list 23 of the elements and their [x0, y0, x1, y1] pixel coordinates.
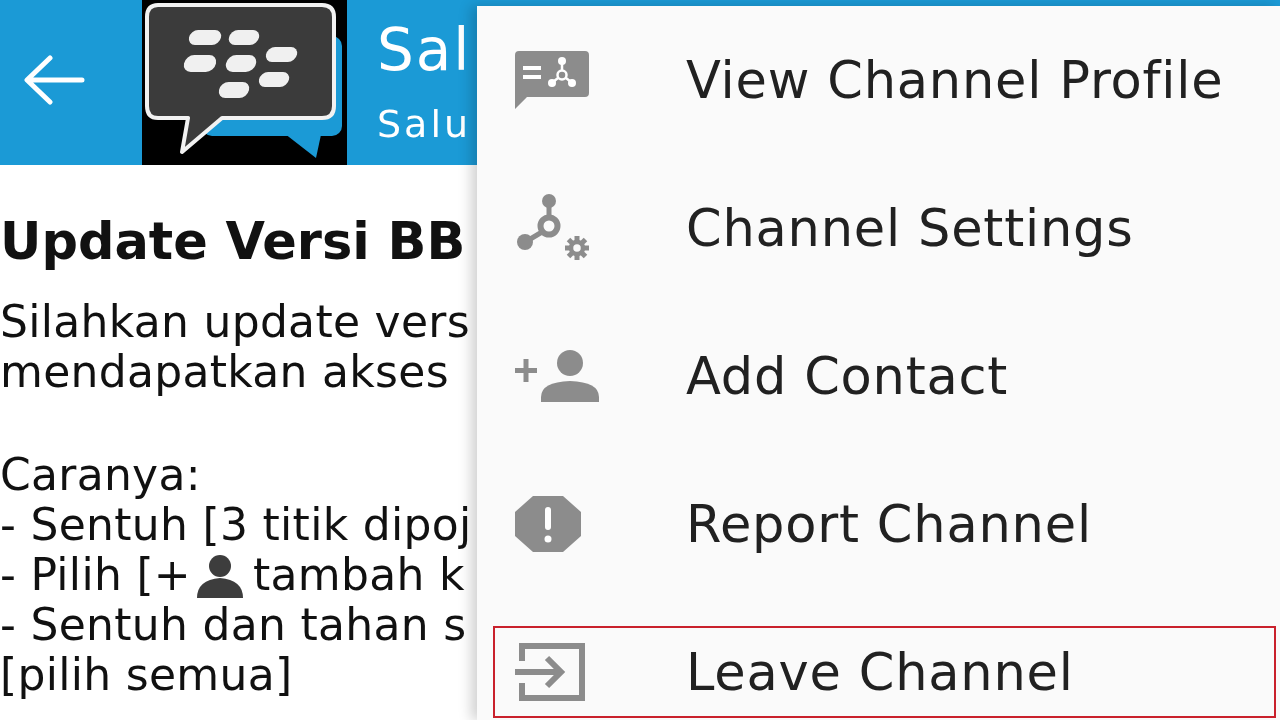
warning-octagon-icon: [515, 496, 581, 552]
post-text-line: - Sentuh dan tahan s: [0, 600, 467, 650]
menu-item[interactable]: Add Contact: [493, 330, 1276, 422]
post-text-line: tambah k: [253, 550, 465, 600]
menu-item[interactable]: View Channel Profile: [493, 34, 1276, 126]
chat-bubble-icon: [515, 51, 589, 109]
enter-arrow-icon: [515, 643, 585, 701]
post-text-line: mendapatkan akses: [0, 347, 449, 397]
post-text-line: [pilih semua]: [0, 650, 293, 700]
person-icon: [195, 554, 245, 598]
add-person-icon: [515, 350, 599, 402]
post-text-line: Silahkan update vers: [0, 297, 470, 347]
post-title: Update Versi BB: [0, 212, 466, 272]
network-gear-icon: [515, 194, 591, 262]
menu-item[interactable]: Channel Settings: [493, 182, 1276, 274]
menu-item[interactable]: Leave Channel: [493, 626, 1276, 718]
arrow-left-icon: [22, 55, 85, 105]
channel-subtitle: Salu: [377, 102, 472, 146]
post-text-line: Caranya:: [0, 450, 201, 500]
post-text-line: - Sentuh [3 titik dipoj: [0, 500, 472, 550]
menu-item[interactable]: Report Channel: [493, 478, 1276, 570]
post-text-line: - Pilih [+: [0, 550, 191, 600]
channel-title: Sal: [377, 17, 472, 83]
